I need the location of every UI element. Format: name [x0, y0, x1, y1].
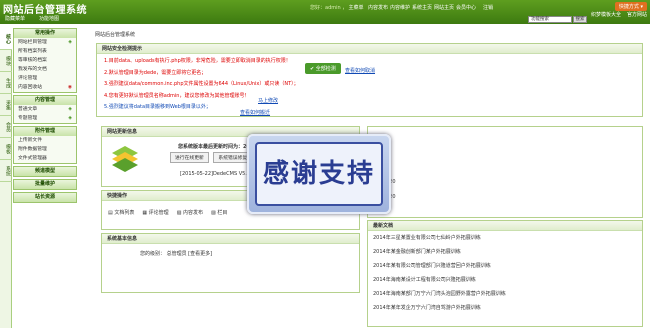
security-line: 1.目前data、uploads有执行.php权限，非常危险，需要立即取消目录的…: [104, 58, 291, 64]
news-panel: 最新文档 2014年三星某置业有限公司七仙岭户外拓展训练 2014年某金融创新部…: [367, 220, 643, 327]
tab-template[interactable]: 模板: [0, 138, 12, 160]
layers-icon: [110, 143, 140, 173]
tab-system[interactable]: 系统: [0, 160, 12, 182]
sidebar-group: 批量维护: [13, 179, 77, 190]
quick-menu-button[interactable]: 快捷方式 ▾: [614, 2, 647, 11]
sidebar-item[interactable]: 我发布的文档: [14, 65, 76, 74]
sidebar-item[interactable]: 上传新文件: [14, 136, 76, 145]
nav-item[interactable]: 系统主页: [411, 4, 433, 11]
nav-item[interactable]: 内容维护: [389, 4, 411, 11]
sidebar-item[interactable]: 文件式管理器: [14, 154, 76, 163]
main-nav: 主菜单 内容发布 内容维护 系统主页 网站主页 会员中心 注销: [345, 4, 499, 11]
sidebar-group: 频道模型: [13, 166, 77, 177]
template-link[interactable]: 织梦模板大全: [591, 11, 621, 18]
left-tabs: 核心 模块 生成 采集 会员 模板 系统: [0, 28, 12, 328]
quick-links: 织梦模板大全 官方网站: [591, 11, 647, 18]
add-icon: ◈: [68, 107, 72, 112]
sidebar-item[interactable]: 等审核的档案: [14, 56, 76, 65]
sidebar-group: 站长资源: [13, 192, 77, 203]
news-item[interactable]: 2014年某年发企万宁六门湾自驾游户外拓展训练: [373, 301, 642, 315]
move-link[interactable]: 查看如何搬迁: [240, 109, 270, 116]
sidebar-item[interactable]: 普通文章 ◈: [14, 105, 76, 114]
tab-generate[interactable]: 生成: [0, 72, 12, 94]
sysinfo-line: 您的级别： 总管理员 [查看更多]: [140, 251, 213, 257]
nav-item[interactable]: 内容发布: [367, 4, 389, 11]
sidebar-group: 附件管理 上传新文件 附件数据管理 文件式管理器: [13, 126, 77, 164]
nav-item[interactable]: 网站主页: [433, 4, 455, 11]
news-item[interactable]: 2014年某金融创新部门某户外拓展训练: [373, 245, 642, 259]
shield-icon: ◉: [67, 85, 72, 90]
comment-link[interactable]: ▦ 评论管理: [142, 209, 168, 216]
sidebar-group-title[interactable]: 批量维护: [14, 180, 76, 189]
column-link[interactable]: ▨ 栏目: [211, 209, 227, 216]
security-line: 3.强烈建议data/common.inc.php文件属性设置为644（Linu…: [104, 81, 299, 87]
check-all-button[interactable]: ✔ 全部检测: [305, 63, 341, 74]
security-title: 网站安全检测提示: [97, 44, 642, 54]
user-greeting: 您好：admin ，: [310, 5, 348, 11]
security-line: 5.强烈建议将data目录搬移到Web根目录以外；: [104, 104, 211, 110]
sidebar-item[interactable]: 评论管理: [14, 74, 76, 83]
nav-item[interactable]: 主菜单: [345, 4, 367, 11]
doc-list-link[interactable]: ▤ 文档列表: [108, 209, 134, 216]
sidebar-item[interactable]: 附件数据管理: [14, 145, 76, 154]
function-map-link[interactable]: 功能地图: [39, 15, 59, 22]
search-button[interactable]: 搜索: [573, 16, 587, 23]
howto-link[interactable]: 查看如何取消: [345, 67, 375, 74]
add-icon: ◈: [68, 40, 72, 45]
top-bar: 网站后台管理系统 隐藏菜单 功能地图 您好：admin ， 主菜单 内容发布 内…: [0, 0, 650, 24]
security-panel: 网站安全检测提示 1.目前data、uploads有执行.php权限，非常危险，…: [96, 43, 643, 117]
sub-nav: 隐藏菜单 功能地图: [0, 13, 59, 24]
news-item[interactable]: 2014年海南某设计工程有限公司兴隆拓展训练: [373, 273, 642, 287]
news-item[interactable]: 2014年海南某部门万宁六门湾头泡园野外露营户外拓展训练: [373, 287, 642, 301]
news-item[interactable]: 2014年三星某置业有限公司七仙岭户外拓展训练: [373, 231, 642, 245]
hide-menu-link[interactable]: 隐藏菜单: [5, 15, 25, 22]
sidebar-group-title[interactable]: 站长资源: [14, 193, 76, 202]
sidebar-group: 内容管理 普通文章 ◈ 专题管理 ◈: [13, 95, 77, 124]
news-title: 最新文档: [368, 221, 642, 231]
stats-panel: 1 120 120 0: [367, 126, 643, 218]
overlay-text: 感谢支持: [255, 142, 383, 206]
sysinfo-panel: 系统基本信息 您的级别： 总管理员 [查看更多]: [101, 233, 360, 293]
sidebar: 常用操作 网站栏目管理 ◈ 所有档案列表 等审核的档案 我发布的文档 评论管理 内…: [13, 28, 77, 205]
nav-item[interactable]: 会员中心: [455, 4, 477, 11]
security-line: 4.您有更好默认管理员名称admin，建议您修改为其他管理账号！: [104, 92, 250, 99]
sidebar-item[interactable]: 专题管理 ◈: [14, 114, 76, 123]
update-headline: 您系统版本最后更新时间为：20: [178, 144, 250, 150]
sidebar-group-title[interactable]: 频道模型: [14, 167, 76, 176]
news-item[interactable]: 2014年某有限公司管理部门兴隆道营回户外拓展训练: [373, 259, 642, 273]
add-icon: ◈: [68, 116, 72, 121]
breadcrumb: 网站后台管理系统: [95, 32, 136, 38]
function-search-input[interactable]: 功能搜索: [528, 16, 572, 23]
tab-core[interactable]: 核心: [0, 28, 12, 50]
sidebar-group: 常用操作 网站栏目管理 ◈ 所有档案列表 等审核的档案 我发布的文档 评论管理 内…: [13, 28, 77, 93]
sidebar-item[interactable]: 内容回收站 ◉: [14, 83, 76, 92]
fix-link[interactable]: 马上修改: [258, 97, 278, 104]
publish-link[interactable]: ▧ 内容发布: [177, 209, 203, 216]
sidebar-group-title[interactable]: 附件管理: [14, 127, 76, 136]
sidebar-group-title[interactable]: 内容管理: [14, 96, 76, 105]
tab-module[interactable]: 模块: [0, 50, 12, 72]
sysinfo-title: 系统基本信息: [102, 234, 359, 244]
official-site-link[interactable]: 官方网站: [627, 11, 647, 18]
sidebar-item[interactable]: 所有档案列表: [14, 47, 76, 56]
thanks-overlay: 感谢支持: [247, 134, 391, 214]
online-update-button[interactable]: 进行在线更新: [170, 152, 209, 163]
sidebar-item[interactable]: 网站栏目管理 ◈: [14, 38, 76, 47]
tab-collect[interactable]: 采集: [0, 94, 12, 116]
nav-item[interactable]: 注销: [477, 4, 499, 11]
tab-member[interactable]: 会员: [0, 116, 12, 138]
sidebar-group-title[interactable]: 常用操作: [14, 29, 76, 38]
